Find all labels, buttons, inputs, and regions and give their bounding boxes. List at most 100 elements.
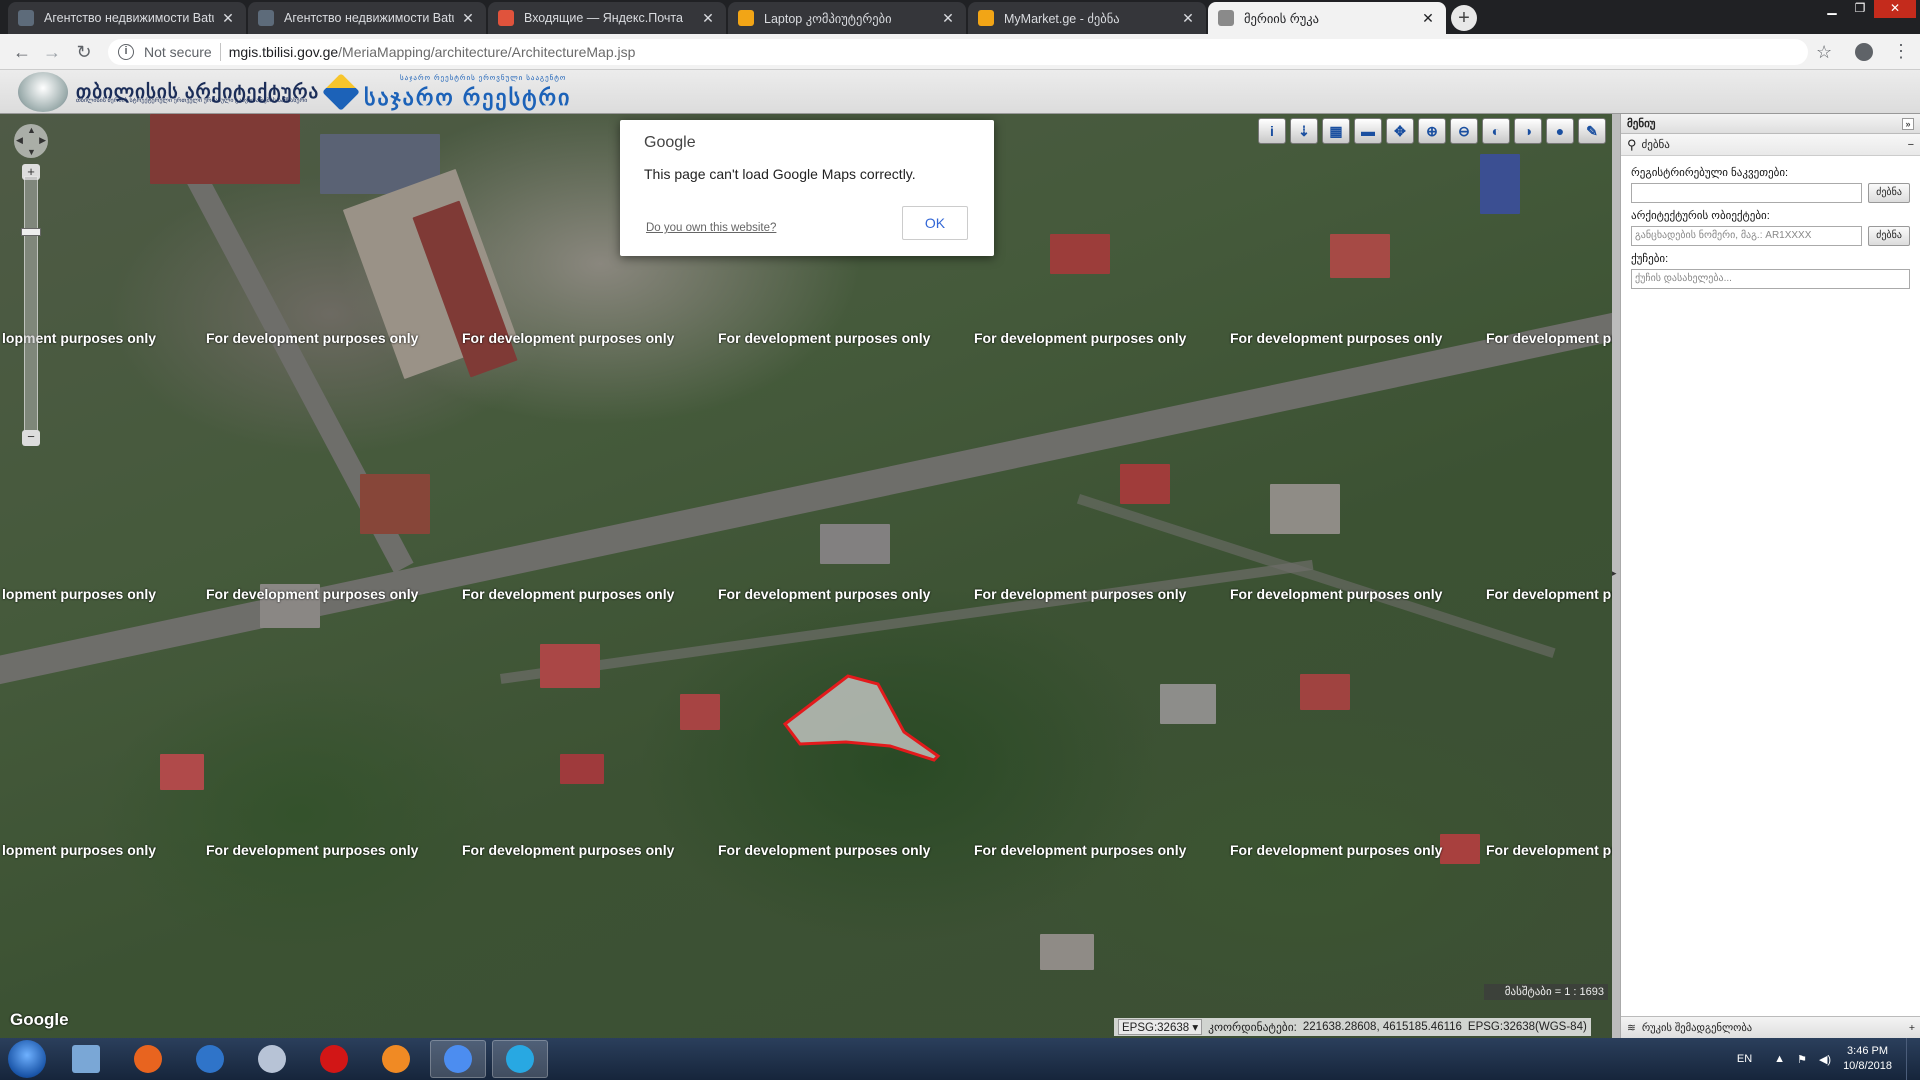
info-icon[interactable]: i [118, 44, 134, 60]
browser-menu-icon[interactable]: ⋮ [1892, 41, 1910, 61]
browser-tab[interactable]: Laptop კომპიუტერები ✕ [728, 2, 966, 34]
pan-icon[interactable]: ✥ [1386, 118, 1414, 144]
url-path: /MeriaMapping/architecture/ArchitectureM… [338, 44, 636, 60]
minimize-section-icon[interactable]: − [1908, 139, 1914, 151]
zoom-slider-track[interactable] [24, 176, 38, 436]
tab-close-icon[interactable]: ✕ [1420, 10, 1436, 27]
own-website-link[interactable]: Do you own this website? [646, 222, 776, 234]
minimize-button[interactable]: ▁ [1818, 0, 1846, 18]
dialog-title: Google [644, 134, 696, 151]
layers-icon[interactable]: ▦ [1322, 118, 1350, 144]
bookmark-star-icon[interactable]: ☆ [1816, 42, 1832, 63]
logo-left-subtitle: თბილისის მერიის სტრუქტურული ერთეული ურბა… [76, 98, 308, 104]
registry-emblem-icon [322, 73, 360, 111]
google-logo[interactable]: Google [10, 1010, 69, 1030]
profile-avatar-icon[interactable] [1855, 43, 1873, 61]
layers-footer-label: რუკის შემადგენლობა [1641, 1021, 1753, 1034]
zoom-next-icon[interactable]: ◑ [1514, 118, 1542, 144]
taskbar-app[interactable] [492, 1040, 548, 1078]
arch-objects-input[interactable]: განცხადების ნომერი, მაგ.: AR1XXXX [1631, 226, 1862, 246]
zoom-in-icon[interactable]: ⊕ [1418, 118, 1446, 144]
clock-date: 10/8/2018 [1843, 1060, 1892, 1072]
dev-watermark: For development purposes only [206, 330, 419, 346]
epsg-select[interactable]: EPSG:32638 ▾ [1118, 1019, 1203, 1035]
browser-tab[interactable]: Входящие — Яндекс.Почта ✕ [488, 2, 726, 34]
mymarket-favicon [738, 10, 754, 26]
panel-splitter[interactable]: ▸ [1612, 114, 1620, 1038]
action-center-flag-icon[interactable]: ⚑ [1797, 1053, 1807, 1066]
globe-icon[interactable]: ● [1546, 118, 1574, 144]
search-icon: ⚲ [1627, 136, 1637, 152]
forward-icon[interactable]: → [42, 42, 62, 62]
tab-close-icon[interactable]: ✕ [700, 10, 716, 27]
coordinate-bar: EPSG:32638 ▾ კოორდინატები: 221638.28608,… [1114, 1018, 1591, 1036]
pan-control[interactable]: ▲ ▼ ◀ ▶ [14, 124, 48, 158]
tab-title: Laptop კომპიუტერები [764, 11, 892, 26]
new-tab-button[interactable]: + [1451, 5, 1477, 31]
maximize-button[interactable]: ❐ [1846, 0, 1874, 18]
measure-icon[interactable]: ▬ [1354, 118, 1382, 144]
tab-close-icon[interactable]: ✕ [220, 10, 236, 27]
pan-right-icon[interactable]: ▶ [39, 135, 46, 146]
google-maps-error-dialog: Google This page can't load Google Maps … [620, 120, 994, 256]
expand-layers-icon[interactable]: + [1909, 1022, 1915, 1034]
pan-up-icon[interactable]: ▲ [27, 125, 36, 135]
info-icon[interactable]: i [1258, 118, 1286, 144]
cadastral-search-button[interactable]: ძებნა [1868, 183, 1910, 203]
browser-tab[interactable]: მერიის რუკა ✕ [1208, 2, 1446, 34]
public-registry-logo[interactable]: საჯარო რეესტრი საჯარო რეესტრის ეროვნული … [322, 72, 571, 112]
arch-search-button[interactable]: ძებნა [1868, 226, 1910, 246]
start-button[interactable] [8, 1040, 46, 1078]
tray-expand-icon[interactable]: ▲ [1774, 1053, 1785, 1065]
cadastral-input[interactable] [1631, 183, 1862, 203]
show-desktop-button[interactable] [1906, 1038, 1920, 1080]
taskbar-app[interactable] [120, 1040, 176, 1078]
taskbar-app[interactable] [368, 1040, 424, 1078]
pan-left-icon[interactable]: ◀ [16, 135, 23, 146]
panel-header: მენიუ » [1621, 114, 1920, 134]
taskbar-app[interactable] [182, 1040, 238, 1078]
mail-favicon [498, 10, 514, 26]
zoom-out-button[interactable]: − [22, 430, 40, 446]
dev-watermark: For development purposes only [1230, 586, 1443, 602]
map-layers-footer[interactable]: ≋ რუკის შემადგენლობა + [1621, 1016, 1920, 1038]
dialog-ok-button[interactable]: OK [902, 206, 968, 240]
taskbar-app[interactable] [430, 1040, 486, 1078]
zoom-slider-thumb[interactable] [21, 228, 41, 236]
zoom-out-icon[interactable]: ⊖ [1450, 118, 1478, 144]
clock-time: 3:46 PM [1847, 1045, 1889, 1057]
edit-icon[interactable]: ✎ [1578, 118, 1606, 144]
collapse-panel-icon[interactable]: » [1902, 117, 1914, 130]
back-icon[interactable]: ← [12, 42, 32, 62]
identify-icon[interactable]: ⇣ [1290, 118, 1318, 144]
tab-close-icon[interactable]: ✕ [940, 10, 956, 27]
browser-tab[interactable]: Агентство недвижимости Batumi ✕ [8, 2, 246, 34]
map-canvas[interactable]: lopment purposes only For development pur… [0, 114, 1612, 1038]
address-bar[interactable]: i Not secure mgis.tbilisi.gov.ge/MeriaMa… [108, 39, 1808, 65]
reload-icon[interactable]: ↻ [74, 42, 94, 62]
zoom-control[interactable]: ▲ ▼ ◀ ▶ + − [14, 124, 48, 446]
tbilisi-architecture-logo[interactable]: თბილისის არქიტექტურა [18, 72, 319, 112]
taskbar-app[interactable] [244, 1040, 300, 1078]
collapse-arrow-icon[interactable]: ▸ [1612, 568, 1617, 579]
taskbar-app[interactable] [58, 1040, 114, 1078]
close-window-button[interactable]: ✕ [1874, 0, 1916, 18]
language-indicator[interactable]: EN [1737, 1053, 1752, 1065]
clock[interactable]: 3:46 PM 10/8/2018 [1843, 1044, 1892, 1074]
side-panel: მენიუ » ⚲ ძებნა − რეგისტრირებული ნაკვეთე… [1620, 114, 1920, 1038]
taskbar-app[interactable] [306, 1040, 362, 1078]
tab-close-icon[interactable]: ✕ [1180, 10, 1196, 27]
zoom-prev-icon[interactable]: ◐ [1482, 118, 1510, 144]
tab-title: მერიის რუკა [1244, 11, 1319, 26]
map-scale: მასშტაბი = 1 : 1693 [1484, 984, 1608, 1000]
volume-icon[interactable]: ◀) [1819, 1053, 1831, 1066]
browser-tab[interactable]: Агентство недвижимости Batumi ✕ [248, 2, 486, 34]
browser-tab[interactable]: MyMarket.ge - ძებნა ✕ [968, 2, 1206, 34]
tab-close-icon[interactable]: ✕ [460, 10, 476, 27]
street-input[interactable]: ქუჩის დასახელება... [1631, 269, 1910, 289]
search-section-header[interactable]: ⚲ ძებნა − [1621, 134, 1920, 156]
dev-watermark: For development purposes only [974, 330, 1187, 346]
address-separator [219, 43, 221, 61]
pan-down-icon[interactable]: ▼ [27, 147, 36, 157]
map-toolbar: i ⇣ ▦ ▬ ✥ ⊕ ⊖ ◐ ◑ ● ✎ [1258, 118, 1606, 144]
